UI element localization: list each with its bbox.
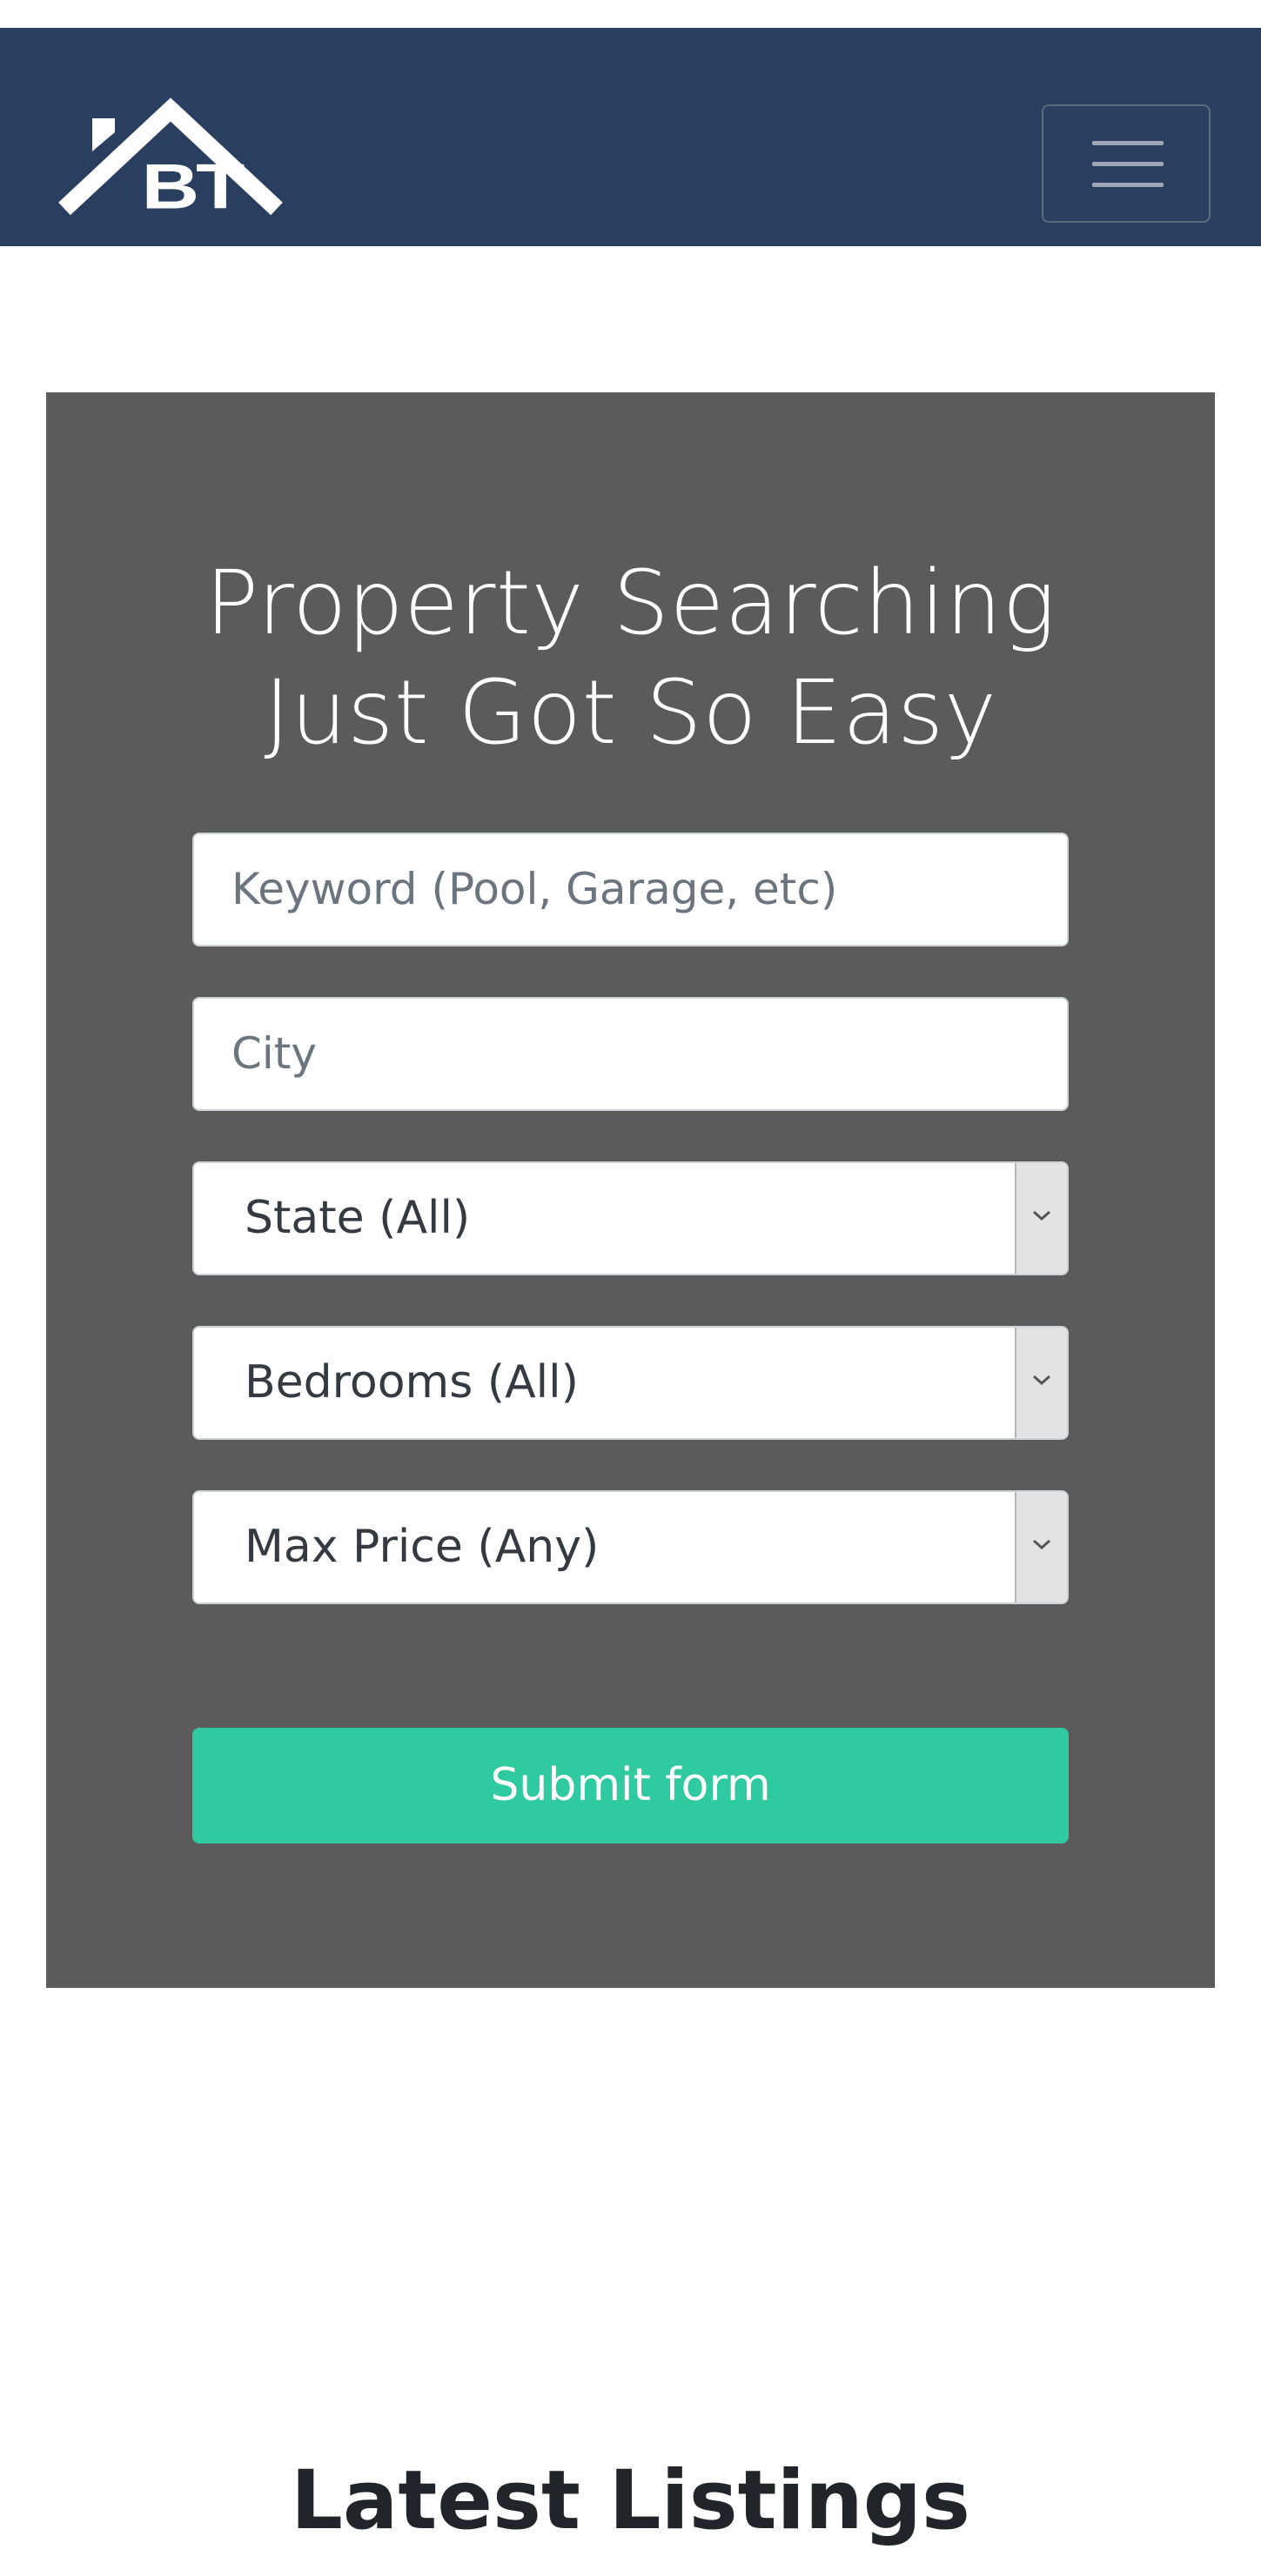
latest-listings-heading: Latest Listings [290, 2453, 970, 2548]
hero-title-line1: Property Searching [205, 552, 1056, 655]
menu-toggle-button[interactable] [1042, 104, 1211, 223]
state-select[interactable]: State (All) [192, 1161, 1069, 1275]
navbar: BT [0, 28, 1261, 246]
bedrooms-select[interactable]: Bedrooms (All) [192, 1326, 1069, 1440]
hero-title: Property Searching Just Got So Easy [46, 549, 1215, 768]
chevron-down-icon [1015, 1163, 1067, 1274]
top-strip [0, 0, 1261, 28]
max-price-select[interactable]: Max Price (Any) [192, 1490, 1069, 1604]
bedrooms-select-value: Bedrooms (All) [245, 1356, 579, 1408]
city-input[interactable] [231, 1000, 1050, 1107]
keyword-field[interactable] [192, 833, 1069, 947]
submit-button[interactable]: Submit form [192, 1728, 1069, 1843]
city-field[interactable] [192, 997, 1069, 1111]
brand-logo[interactable]: BT [57, 75, 284, 231]
logo-text: BT [142, 151, 245, 222]
chevron-down-icon [1015, 1328, 1067, 1438]
state-select-value: State (All) [245, 1192, 471, 1244]
chevron-down-icon [1015, 1492, 1067, 1602]
keyword-input[interactable] [231, 835, 1050, 943]
search-hero: Property Searching Just Got So Easy Stat… [46, 392, 1215, 1988]
hero-title-line2: Just Got So Easy [264, 661, 997, 765]
max-price-select-value: Max Price (Any) [245, 1521, 600, 1573]
